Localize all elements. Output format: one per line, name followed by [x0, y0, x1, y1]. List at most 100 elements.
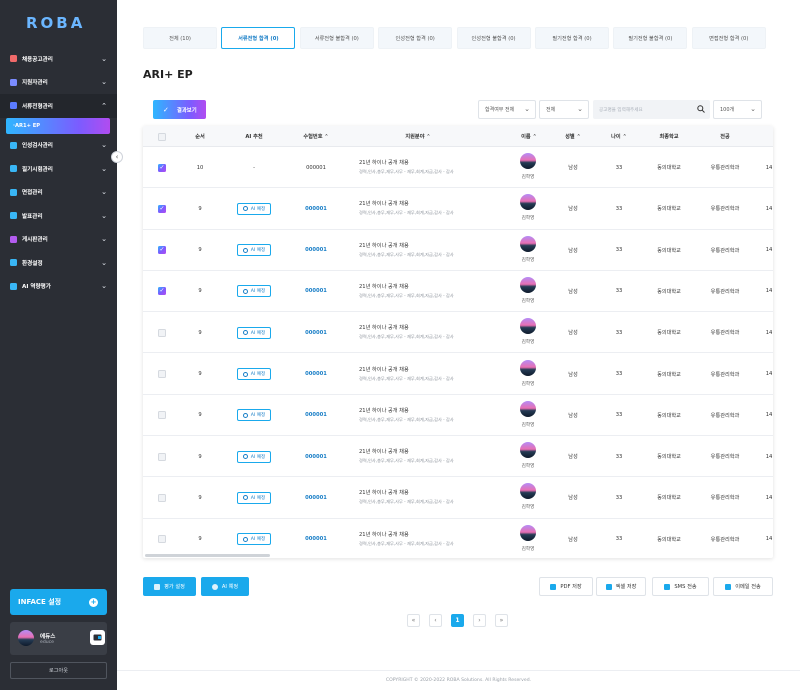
row-checkbox[interactable]: ✓: [158, 287, 166, 296]
collapse-sidebar-button[interactable]: ‹: [111, 151, 123, 163]
row-checkbox[interactable]: [158, 328, 166, 337]
column-age[interactable]: 나이 ⌃: [605, 126, 633, 147]
page-size-select[interactable]: 100개 ⌄: [713, 100, 762, 119]
column-gender[interactable]: 성별 ⌃: [559, 126, 587, 147]
sort-icon: ⌃: [322, 133, 329, 140]
page-number-button[interactable]: 1: [451, 614, 464, 627]
receipt-number[interactable]: 000001: [293, 312, 339, 353]
table-row[interactable]: ✓ 9 AI 예정 000001 21년 하이나 공개 채용 경력,인사,총무,재무,사무…: [143, 230, 773, 271]
ai-status-badge[interactable]: AI 예정: [236, 450, 272, 463]
sidebar-item[interactable]: 환경설정 ⌄: [0, 251, 117, 275]
sidebar-item[interactable]: 서류전형관리 ⌃: [0, 94, 117, 118]
ai-status-badge[interactable]: AI 예정: [236, 244, 272, 257]
status-tab[interactable]: 서류전형 합격 (0): [221, 27, 296, 49]
field-cell: 21년 하이나 공개 채용 경력,인사,총무,재무,사무 - 재무,회계,자금,감…: [359, 242, 499, 258]
search-input[interactable]: 공고명을 입력해주세요: [593, 100, 710, 119]
last-page-button[interactable]: »: [495, 614, 508, 627]
row-checkbox[interactable]: [158, 370, 166, 378]
ai-status-badge[interactable]: AI 예정: [236, 533, 272, 546]
sidebar-item-label: 서류전형관리: [22, 103, 53, 110]
app-logo[interactable]: ROBA: [26, 14, 85, 32]
table-row[interactable]: ✓ 10 - 000001 21년 하이나 공개 채용 경력,인사,총무,재무,사무 - …: [143, 147, 773, 189]
first-page-button[interactable]: «: [407, 614, 420, 627]
status-tab[interactable]: 필기전형 합격 (0): [534, 27, 609, 49]
ai-status-badge[interactable]: AI 예정: [236, 326, 272, 339]
ai-status-badge[interactable]: AI 예정: [236, 285, 272, 298]
ai-recommend-cell: AI 예정: [231, 519, 277, 558]
ai-status-badge[interactable]: AI 예정: [236, 202, 272, 215]
excel-save-button[interactable]: 엑셀 저장: [596, 577, 646, 596]
major-cell: 유통관리학과: [710, 206, 740, 213]
table-row[interactable]: 9 AI 예정 000001 21년 하이나 공개 채용 경력,인사,총무,재무,사무 …: [143, 354, 773, 395]
table-row[interactable]: 9 AI 예정 000001 21년 하이나 공개 채용 경력,인사,총무,재무,사무 …: [143, 477, 773, 519]
sidebar-item[interactable]: 게시판관리 ⌄: [0, 228, 117, 252]
order-cell: 9: [198, 247, 202, 254]
chevron-down-icon: ⌄: [101, 258, 107, 267]
receipt-number[interactable]: 000001: [293, 477, 339, 518]
logout-button[interactable]: 로그아웃: [10, 662, 107, 679]
show-results-button[interactable]: ✓ 결과보기: [153, 100, 206, 119]
table-row[interactable]: 9 AI 예정 000001 21년 하이나 공개 채용 경력,인사,총무,재무,사무 …: [143, 519, 773, 558]
status-tab[interactable]: 필기전형 불합격 (0): [613, 27, 688, 49]
ai-status-badge[interactable]: AI 예정: [236, 491, 272, 504]
pass-status-select[interactable]: 합격여부 전체 ⌄: [478, 100, 536, 119]
ai-eval-button[interactable]: AI 예정: [201, 577, 249, 596]
ai-status-badge[interactable]: AI 예정: [236, 368, 272, 380]
category-select[interactable]: 전체 ⌄: [539, 100, 589, 119]
sidebar-item[interactable]: 면접관리 ⌄: [0, 181, 117, 205]
row-checkbox[interactable]: [158, 411, 166, 420]
receipt-number[interactable]: 000001: [293, 436, 339, 477]
sidebar-item[interactable]: 지원자관리 ⌄: [0, 71, 117, 95]
row-checkbox[interactable]: [158, 452, 166, 461]
message-icon[interactable]: [90, 630, 105, 645]
sidebar-item-label: 지원자관리: [22, 80, 48, 87]
row-checkbox-cell: [155, 395, 169, 436]
table-row[interactable]: 9 AI 예정 000001 21년 하이나 공개 채용 경력,인사,총무,재무,사무 …: [143, 395, 773, 437]
receipt-number[interactable]: 000001: [293, 354, 339, 395]
table-row[interactable]: 9 AI 예정 000001 21년 하이나 공개 채용 경력,인사,총무,재무,사무 …: [143, 436, 773, 478]
table-row[interactable]: ✓ 9 AI 예정 000001 21년 하이나 공개 채용 경력,인사,총무,재무,사무…: [143, 271, 773, 313]
column-name[interactable]: 이름 ⌃: [515, 126, 543, 147]
row-checkbox[interactable]: [158, 535, 166, 544]
row-checkbox[interactable]: ✓: [158, 246, 166, 255]
sidebar-item[interactable]: 필기시험관리 ⌄: [0, 157, 117, 181]
sidebar-item[interactable]: 채용공고관리 ⌄: [0, 47, 117, 71]
extra-cell: 14: [765, 164, 773, 171]
row-checkbox[interactable]: [158, 493, 166, 502]
sidebar-item[interactable]: 발표관리 ⌄: [0, 204, 117, 228]
sidebar-item[interactable]: 인성검사관리 ⌄: [0, 134, 117, 158]
sms-send-button[interactable]: SMS 전송: [652, 577, 709, 596]
sidebar-subitem-active[interactable]: · AR1+ EP: [6, 117, 110, 134]
pdf-save-button[interactable]: PDF 저장: [539, 577, 593, 596]
receipt-number[interactable]: 000001: [293, 519, 339, 558]
email-send-button[interactable]: 이메일 전송: [713, 577, 773, 596]
ai-icon: [242, 247, 248, 253]
receipt-number[interactable]: 000001: [293, 230, 339, 271]
prev-page-button[interactable]: ‹: [429, 614, 442, 627]
table-row[interactable]: 9 AI 예정 000001 21년 하이나 공개 채용 경력,인사,총무,재무,사무 …: [143, 312, 773, 354]
status-tab[interactable]: 인성전형 합격 (0): [378, 27, 453, 49]
status-tab[interactable]: 전체 (10): [143, 27, 217, 49]
receipt-number[interactable]: 000001: [293, 271, 339, 312]
horizontal-scrollbar[interactable]: [145, 554, 270, 557]
ai-status-label: AI 예정: [250, 206, 266, 212]
table-row[interactable]: ✓ 9 AI 예정 000001 21년 하이나 공개 채용 경력,인사,총무,재무,사무…: [143, 188, 773, 230]
column-field[interactable]: 지원분야 ⌃: [391, 126, 445, 147]
receipt-number[interactable]: 000001: [293, 395, 339, 436]
column-receipt-no[interactable]: 수험번호 ⌃: [293, 126, 339, 147]
search-icon[interactable]: [697, 105, 705, 113]
ai-recommend-empty: -: [253, 164, 255, 171]
next-page-button[interactable]: ›: [473, 614, 486, 627]
select-all-checkbox[interactable]: [158, 132, 166, 141]
row-checkbox[interactable]: ✓: [158, 163, 166, 172]
status-tab[interactable]: 면접전형 합격 (0): [691, 27, 766, 49]
row-checkbox[interactable]: ✓: [158, 204, 166, 213]
ai-status-badge[interactable]: AI 예정: [236, 409, 272, 422]
major-cell: 유통관리학과: [710, 165, 740, 171]
eval-settings-button[interactable]: 평가 설정: [143, 577, 196, 596]
status-tab[interactable]: 인성전형 불합격 (0): [456, 27, 531, 49]
status-tab[interactable]: 서류전형 불합격 (0): [299, 27, 374, 49]
receipt-number[interactable]: 000001: [293, 188, 339, 229]
inface-settings-button[interactable]: INFACE 설정 +: [10, 589, 107, 615]
sidebar-item[interactable]: AI 역량평가 ⌄: [0, 275, 117, 299]
